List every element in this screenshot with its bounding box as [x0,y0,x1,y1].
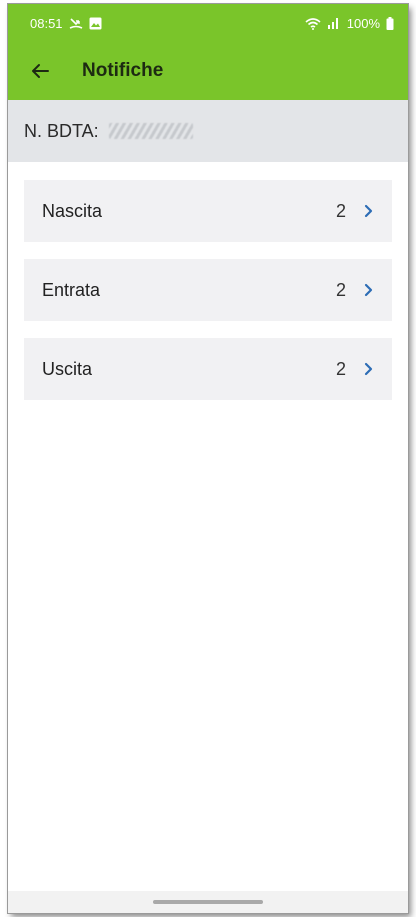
bdta-value-redacted [108,123,193,139]
bdta-label: N. BDTA: [24,120,99,141]
home-gesture-bar[interactable] [153,900,263,904]
notification-label: Entrata [42,279,101,300]
battery-icon [386,16,394,30]
notification-count: 2 [335,279,346,300]
image-icon [89,17,102,30]
missed-call-icon [69,16,83,30]
bdta-header: N. BDTA: [8,100,408,162]
chevron-right-icon [364,204,374,218]
notification-count: 2 [335,358,346,379]
battery-percentage: 100% [346,15,380,31]
status-bar: 08:51 100% [8,4,408,42]
notification-item-nascita[interactable]: Nascita 2 [24,180,392,242]
chevron-right-icon [364,362,374,376]
page-title: Notifiche [82,60,164,81]
arrow-left-icon [32,64,49,78]
signal-icon [327,17,341,29]
status-time: 08:51 [30,15,63,31]
status-left: 08:51 [30,16,102,31]
notification-count: 2 [335,200,346,221]
system-nav-bar [8,891,408,913]
app-bar: Notifiche [8,42,408,100]
chevron-right-icon [364,283,374,297]
notification-item-entrata[interactable]: Entrata 2 [24,259,392,321]
notification-label: Uscita [42,358,93,379]
notification-label: Nascita [42,200,103,221]
back-button[interactable] [26,57,54,85]
status-right: 100% [305,16,394,31]
wifi-icon [305,17,321,30]
notification-list: Nascita 2 Entrata 2 Uscita 2 [8,162,408,400]
app-screen: 08:51 100% Notifiche N. BDTA: Nascita 2 … [8,4,408,913]
notification-item-uscita[interactable]: Uscita 2 [24,338,392,400]
